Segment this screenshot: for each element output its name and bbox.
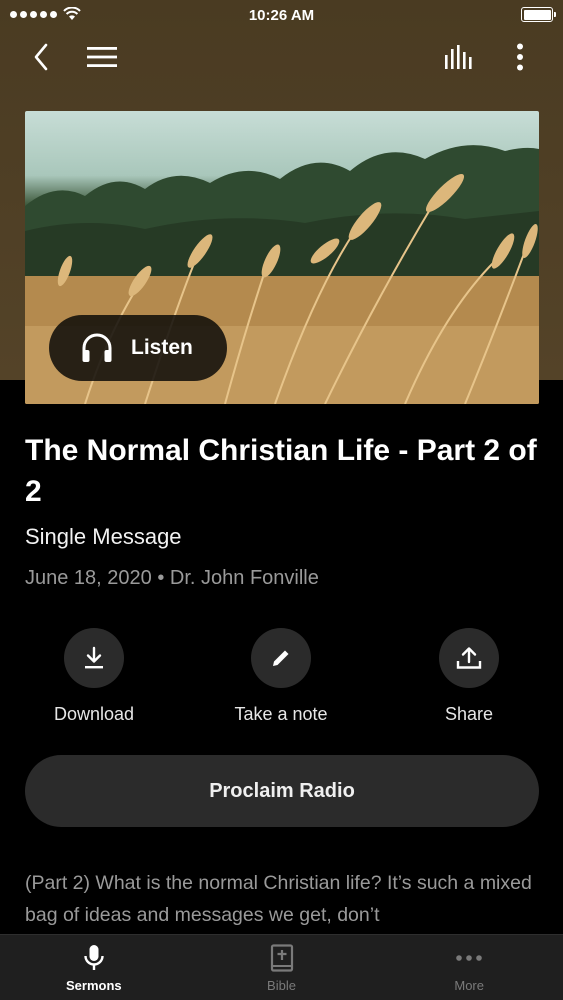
more-vertical-icon bbox=[517, 43, 523, 71]
proclaim-radio-button[interactable]: Proclaim Radio bbox=[25, 755, 539, 827]
signal-dots-icon bbox=[10, 10, 57, 18]
share-button[interactable]: Share bbox=[399, 628, 539, 725]
chevron-left-icon bbox=[34, 43, 48, 71]
share-label: Share bbox=[444, 704, 494, 724]
more-icon bbox=[456, 955, 482, 961]
sermon-title: The Normal Christian Life - Part 2 of 2 bbox=[25, 434, 537, 508]
menu-button[interactable] bbox=[79, 34, 125, 80]
microphone-icon bbox=[84, 945, 104, 970]
share-circle[interactable] bbox=[439, 628, 499, 688]
take-note-button[interactable]: Take a note bbox=[211, 628, 351, 725]
sermon-speaker[interactable]: Dr. John Fonville bbox=[170, 567, 319, 589]
tab-more-label: More bbox=[454, 978, 484, 993]
tab-bible[interactable]: Bible bbox=[188, 935, 376, 1000]
listen-button[interactable]: Listen bbox=[49, 315, 227, 381]
bottom-tab-bar: Sermons Bible More bbox=[0, 934, 563, 1000]
back-button[interactable] bbox=[18, 34, 64, 80]
equalizer-icon bbox=[445, 45, 472, 69]
listen-label: Listen bbox=[131, 336, 193, 359]
sermon-artwork: Listen bbox=[25, 111, 539, 404]
sermon-description: (Part 2) What is the normal Christian li… bbox=[25, 872, 532, 926]
status-time: 10:26 AM bbox=[248, 6, 315, 24]
sermon-date: June 18, 2020 bbox=[25, 567, 152, 589]
download-label: Download bbox=[53, 704, 135, 724]
tab-sermons-label: Sermons bbox=[66, 978, 122, 993]
equalizer-button[interactable] bbox=[437, 34, 483, 80]
sermon-meta: June 18, 2020 • Dr. John Fonville bbox=[25, 567, 319, 590]
pencil-icon bbox=[273, 650, 289, 666]
share-icon bbox=[456, 647, 482, 669]
tab-sermons[interactable]: Sermons bbox=[0, 935, 188, 1000]
meta-separator: • bbox=[157, 567, 165, 589]
tab-more[interactable]: More bbox=[375, 935, 563, 1000]
download-circle[interactable] bbox=[64, 628, 124, 688]
download-icon bbox=[85, 646, 103, 669]
take-note-label: Take a note bbox=[234, 704, 328, 724]
bible-icon bbox=[270, 944, 293, 972]
sermon-type: Single Message bbox=[25, 524, 182, 549]
signal-indicator bbox=[10, 7, 81, 21]
battery-icon bbox=[521, 7, 556, 22]
top-navigation bbox=[0, 34, 563, 80]
tab-bible-label: Bible bbox=[267, 978, 296, 993]
hamburger-icon bbox=[87, 47, 117, 67]
wifi-icon bbox=[63, 7, 81, 20]
status-bar: 10:26 AM bbox=[0, 0, 563, 30]
take-note-circle[interactable] bbox=[251, 628, 311, 688]
more-options-button[interactable] bbox=[497, 34, 543, 80]
headphones-icon bbox=[82, 333, 112, 362]
download-button[interactable]: Download bbox=[24, 628, 164, 725]
